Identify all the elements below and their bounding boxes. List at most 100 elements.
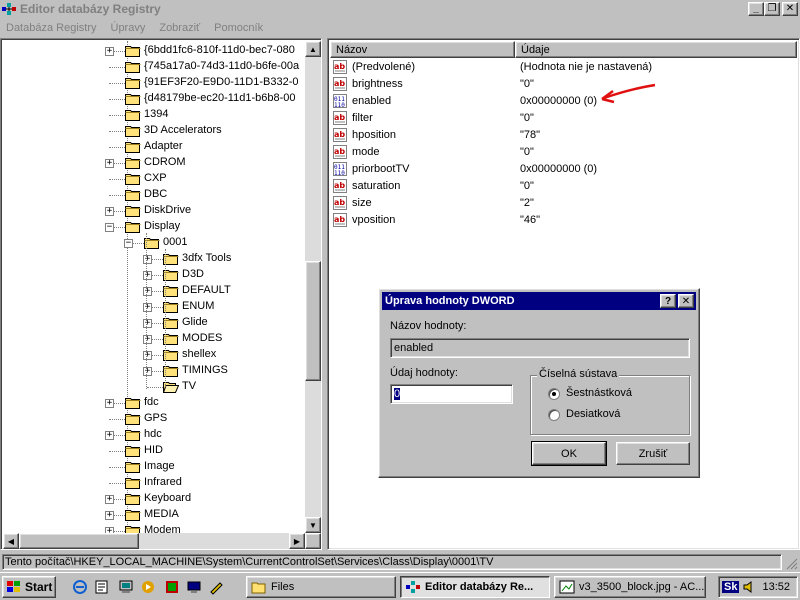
column-header-name[interactable]: Názov [330, 41, 515, 58]
expand-icon[interactable]: + [143, 255, 152, 264]
volume-icon[interactable] [742, 580, 756, 594]
tree-node-cdrom[interactable]: + CDROM [3, 155, 303, 171]
resize-grip-icon[interactable] [786, 558, 798, 570]
tree-node-display[interactable]: − Display [3, 219, 303, 235]
scroll-up-button[interactable]: ▲ [305, 41, 321, 57]
tree-vertical-scrollbar[interactable]: ▲ ▼ [305, 41, 321, 533]
tree-node-keyboard[interactable]: + Keyboard [3, 491, 303, 507]
expand-icon[interactable]: + [143, 367, 152, 376]
tree-node-glide[interactable]: + Glide [3, 315, 303, 331]
dialog-close-button[interactable]: ✕ [678, 294, 694, 308]
scroll-left-button[interactable]: ◀ [3, 533, 19, 549]
expand-icon[interactable]: + [105, 399, 114, 408]
tree-horizontal-scrollbar[interactable]: ◀ ▶ [3, 533, 305, 549]
keyboard-language-indicator[interactable]: Sk [722, 581, 740, 593]
tree-node-timings[interactable]: + TIMINGS [3, 363, 303, 379]
expand-icon[interactable]: + [143, 303, 152, 312]
tree-node-0001[interactable]: − 0001 [3, 235, 303, 251]
tree-node-fdc[interactable]: + fdc [3, 395, 303, 411]
help-button[interactable]: ? [660, 294, 676, 308]
tree-node-shellex[interactable]: + shellex [3, 347, 303, 363]
value-data-input[interactable]: 0 [390, 384, 513, 404]
tree-node-3d-accelerators[interactable]: 3D Accelerators [3, 123, 303, 139]
paint-icon[interactable] [208, 579, 224, 595]
menu-view[interactable]: Zobraziť [159, 22, 200, 34]
value-row-hposition[interactable]: ab hposition "78" [332, 127, 792, 144]
task-files[interactable]: Files [246, 576, 396, 598]
value-row-filter[interactable]: ab filter "0" [332, 110, 792, 127]
expand-icon[interactable]: + [143, 271, 152, 280]
internet-explorer-icon[interactable] [72, 579, 88, 595]
key-tree-pane[interactable]: + {6bdd1fc6-810f-11d0-bec7-080 {745a17a0-7… [0, 38, 322, 550]
scroll-right-button[interactable]: ▶ [289, 533, 305, 549]
tree-node-modem[interactable]: + Modem [3, 523, 303, 533]
close-button[interactable]: ✕ [782, 2, 798, 16]
tree-node-hid[interactable]: HID [3, 443, 303, 459]
expand-icon[interactable]: + [143, 319, 152, 328]
expand-icon[interactable]: + [143, 335, 152, 344]
tree-node-diskdrive[interactable]: + DiskDrive [3, 203, 303, 219]
tree-node-tv[interactable]: TV [3, 379, 303, 395]
minimize-button[interactable]: _ [748, 2, 764, 16]
tree-node-default[interactable]: + DEFAULT [3, 283, 303, 299]
tree-node-enum[interactable]: + ENUM [3, 299, 303, 315]
expand-icon[interactable]: + [105, 511, 114, 520]
task-acdsee[interactable]: v3_3500_block.jpg - AC... [554, 576, 706, 598]
display-settings-icon[interactable] [186, 579, 202, 595]
radio-decimal[interactable] [548, 409, 560, 421]
column-header-data[interactable]: Údaje [515, 41, 797, 58]
value-row-enabled[interactable]: 011 110 enabled 0x00000000 (0) [332, 93, 792, 110]
expand-icon[interactable]: + [105, 495, 114, 504]
tree-node-hdc[interactable]: + hdc [3, 427, 303, 443]
tree-node-6bdd1fc6-810f-11d0-bec7-080[interactable]: + {6bdd1fc6-810f-11d0-bec7-080 [3, 43, 303, 59]
collapse-icon[interactable]: − [105, 223, 114, 232]
value-row-mode[interactable]: ab mode "0" [332, 144, 792, 161]
scroll-down-button[interactable]: ▼ [305, 517, 321, 533]
expand-icon[interactable]: + [105, 159, 114, 168]
radio-hexadecimal-label[interactable]: Šestnástková [566, 387, 632, 399]
tree-node-d48179be-ec20-11d1-b6b8-00[interactable]: {d48179be-ec20-11d1-b6b8-00 [3, 91, 303, 107]
cancel-button[interactable]: Zrušiť [616, 442, 690, 465]
value-row-saturation[interactable]: ab saturation "0" [332, 178, 792, 195]
tree-node-adapter[interactable]: Adapter [3, 139, 303, 155]
computer-icon[interactable] [118, 579, 134, 595]
radio-hexadecimal[interactable] [548, 388, 560, 400]
ok-button[interactable]: OK [531, 441, 607, 466]
value-row-size[interactable]: ab size "2" [332, 195, 792, 212]
notepad-icon[interactable] [94, 579, 110, 595]
menu-registry[interactable]: Databáza Registry [6, 22, 97, 34]
media-player-icon[interactable] [140, 579, 156, 595]
tree-node-modes[interactable]: + MODES [3, 331, 303, 347]
scroll-thumb[interactable] [305, 261, 321, 381]
tree-node-91ef3f20-e9d0-11d1-b332-0[interactable]: {91EF3F20-E9D0-11D1-B332-0 [3, 75, 303, 91]
collapse-icon[interactable]: − [124, 239, 133, 248]
expand-icon[interactable]: + [105, 207, 114, 216]
task-registry-editor[interactable]: Editor databázy Re... [400, 576, 550, 598]
radio-decimal-label[interactable]: Desiatková [566, 408, 620, 420]
tree-node-dbc[interactable]: DBC [3, 187, 303, 203]
scroll-thumb-horizontal[interactable] [19, 533, 139, 549]
menu-help[interactable]: Pomocník [214, 22, 263, 34]
tree-node-cxp[interactable]: CXP [3, 171, 303, 187]
start-button[interactable]: Start [2, 576, 56, 598]
tree-node-745a17a0-74d3-11d0-b6fe-00a[interactable]: {745a17a0-74d3-11d0-b6fe-00a [3, 59, 303, 75]
tree-node-3dfx-tools[interactable]: +3dfx Tools [3, 251, 303, 267]
maximize-button[interactable]: ❐ [764, 2, 780, 16]
clock[interactable]: 13:52 [762, 581, 790, 593]
value-row-predvolen[interactable]: ab (Predvolené) (Hodnota nie je nastavená) [332, 59, 792, 76]
tree-node-gps[interactable]: GPS [3, 411, 303, 427]
tree-node-image[interactable]: Image [3, 459, 303, 475]
expand-icon[interactable]: + [143, 287, 152, 296]
tree-node-1394[interactable]: 1394 [3, 107, 303, 123]
value-row-vposition[interactable]: ab vposition "46" [332, 212, 792, 229]
expand-icon[interactable]: + [105, 431, 114, 440]
tree-node-d3d[interactable]: + D3D [3, 267, 303, 283]
menu-edit[interactable]: Úpravy [111, 22, 146, 34]
expand-icon[interactable]: + [143, 351, 152, 360]
expand-icon[interactable]: + [105, 47, 114, 56]
value-row-brightness[interactable]: ab brightness "0" [332, 76, 792, 93]
games-icon[interactable] [164, 579, 180, 595]
tree-node-infrared[interactable]: Infrared [3, 475, 303, 491]
tree-node-media[interactable]: + MEDIA [3, 507, 303, 523]
value-row-priorboottv[interactable]: 011 110 priorbootTV 0x00000000 (0) [332, 161, 792, 178]
